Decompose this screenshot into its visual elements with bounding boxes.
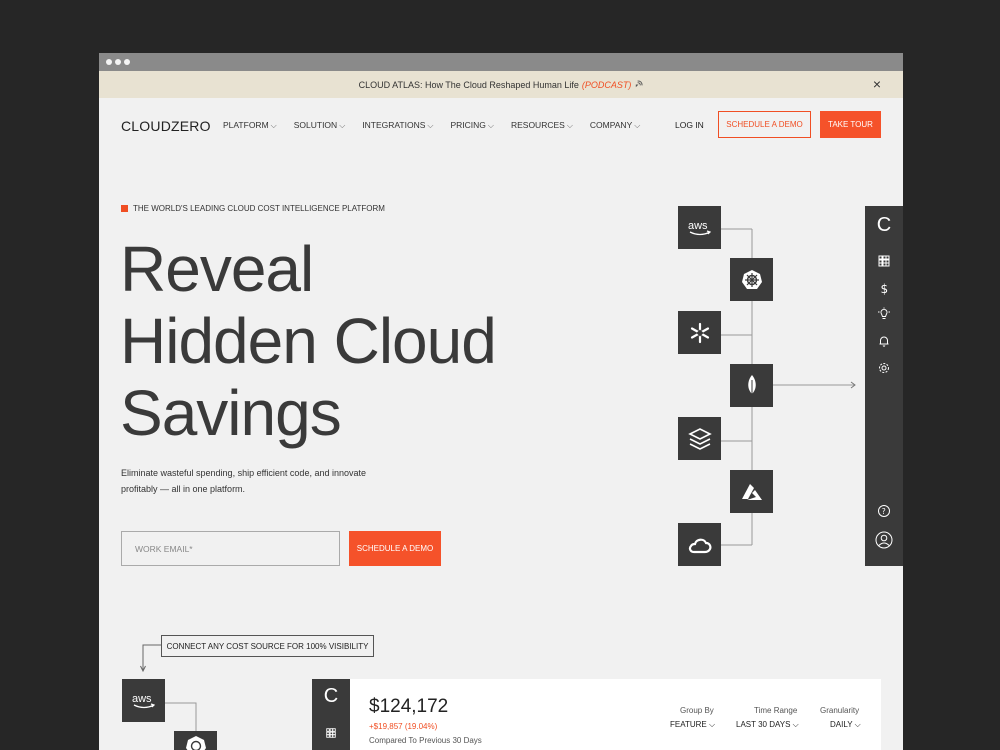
menu-item-integrations[interactable]: INTEGRATIONS ⌵ [362,120,433,131]
gear-icon[interactable] [877,361,891,375]
svg-text:?: ? [882,507,886,516]
cost-summary-card: C $124,172 +$19,857 (19.04%) Compared To… [312,679,881,750]
site-logo[interactable]: CLOUDZERO [121,118,211,134]
menu-item-resources[interactable]: RESOURCES ⌵ [511,120,573,131]
svg-text:$: $ [881,282,889,295]
svg-text:aws: aws [688,220,708,232]
menu-item-platform[interactable]: PLATFORM ⌵ [223,120,277,131]
svg-text:aws: aws [132,693,152,705]
window-dot-icon[interactable] [106,59,112,65]
hero-subtitle: Eliminate wasteful spending, ship effici… [121,468,366,494]
window-titlebar [99,53,903,71]
card-brand-logo: C [323,685,339,707]
menu-item-pricing[interactable]: PRICING ⌵ [450,120,494,131]
databricks-node [678,417,721,460]
hero-title: Reveal Hidden Cloud Savings [120,233,497,449]
mongodb-icon [747,374,756,397]
bell-icon[interactable] [877,334,891,348]
aws-icon: aws [132,693,155,708]
podcast-icon [636,80,643,88]
card-sidebar: C [312,679,350,750]
window-dot-icon[interactable] [115,59,121,65]
chevron-down-icon: ⌵ [487,121,494,130]
hero-title-line: Savings [120,377,342,449]
time-range-select[interactable]: LAST 30 DAYS ⌵ [736,720,799,730]
hero-title-line: Hidden Cloud [120,305,497,377]
time-range-label: Time Range [754,706,798,715]
aws-icon: aws [688,220,711,235]
banner-text[interactable]: CLOUD ATLAS: How The Cloud Reshaped Huma… [359,80,579,90]
help-icon[interactable]: ? [877,504,891,518]
menu-item-company[interactable]: COMPANY ⌵ [590,120,640,131]
google-cloud-icon [688,538,711,553]
take-tour-button[interactable]: TAKE TOUR [820,111,881,138]
accent-square-icon [121,205,128,212]
hero-eyebrow: THE WORLD'S LEADING CLOUD COST INTELLIGE… [121,204,385,213]
chevron-down-icon: ⌵ [792,720,799,729]
chevron-down-icon: ⌵ [427,121,434,130]
lightbulb-icon[interactable] [877,307,891,321]
browser-window: CLOUD ATLAS: How The Cloud Reshaped Huma… [99,53,903,750]
grid-icon[interactable] [877,254,891,268]
group-by-label: Group By [680,706,714,715]
total-cost-amount: $124,172 [369,696,449,717]
app-sidebar-preview: C $ ? [865,206,903,566]
comparison-note: Compared To Previous 30 Days [369,736,482,745]
kubernetes-icon [185,735,206,750]
main-menu: PLATFORM ⌵ SOLUTION ⌵ INTEGRATIONS ⌵ PRICIN… [223,120,657,131]
cost-delta: +$19,857 (19.04%) [369,722,438,731]
snowflake-icon [690,322,709,343]
mongodb-node [730,364,773,407]
azure-node [730,470,773,513]
aws-node-lower: aws [122,679,165,722]
banner-close-icon[interactable]: × [873,77,881,91]
window-dot-icon[interactable] [124,59,130,65]
menu-item-solution[interactable]: SOLUTION ⌵ [294,120,346,131]
group-by-select[interactable]: FEATURE ⌵ [670,720,715,730]
grid-icon[interactable] [325,727,337,739]
hero-title-line: Reveal [120,233,314,305]
work-email-input[interactable] [121,531,340,566]
databricks-icon [687,427,712,450]
eyebrow-text: THE WORLD'S LEADING CLOUD COST INTELLIGE… [133,204,385,213]
chevron-down-icon: ⌵ [634,121,641,130]
banner-podcast-link[interactable]: (PODCAST) [582,80,632,90]
granularity-select[interactable]: DAILY ⌵ [830,720,861,730]
granularity-label: Granularity [820,706,860,715]
login-link[interactable]: LOG IN [675,120,704,130]
top-navigation: CLOUDZERO PLATFORM ⌵ SOLUTION ⌵ INTEGRATIO… [99,98,903,154]
chevron-down-icon: ⌵ [708,720,716,729]
chevron-down-icon: ⌵ [854,720,861,729]
azure-icon [741,483,762,500]
kubernetes-icon [741,269,762,289]
google-cloud-node [678,523,721,566]
connect-cost-source-label: CONNECT ANY COST SOURCE FOR 100% VISIBIL… [161,635,374,657]
user-icon[interactable] [875,531,893,549]
chevron-down-icon: ⌵ [270,121,277,130]
aws-node: aws [678,206,721,249]
chevron-down-icon: ⌵ [339,121,346,130]
sidebar-brand-logo: C [876,214,892,236]
schedule-demo-button[interactable]: SCHEDULE A DEMO [718,111,811,138]
chevron-down-icon: ⌵ [566,121,573,130]
announcement-banner[interactable]: CLOUD ATLAS: How The Cloud Reshaped Huma… [99,71,903,98]
kubernetes-node [730,258,773,301]
snowflake-node [678,311,721,354]
hero-schedule-demo-button[interactable]: SCHEDULE A DEMO [349,531,441,566]
dollar-icon[interactable]: $ [877,281,891,295]
kubernetes-node-lower [174,731,217,750]
